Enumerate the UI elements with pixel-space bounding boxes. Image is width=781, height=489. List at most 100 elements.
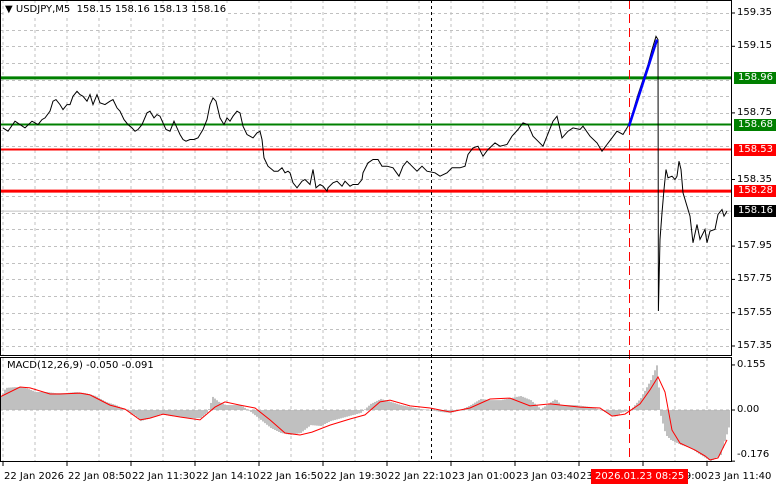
macd-histogram-bar [714, 410, 716, 459]
time-tick-label: 22 Jan 16:50 [260, 471, 324, 482]
time-tick-label: 22 Jan 08:50 [68, 471, 132, 482]
macd-histogram-bar [184, 410, 186, 418]
macd-histogram-bar [232, 405, 234, 410]
time-tick-label: 22 Jan 22:10 [388, 471, 452, 482]
macd-histogram-bar [82, 392, 84, 410]
macd-histogram-bar [86, 393, 88, 410]
macd-histogram-bar [692, 410, 694, 450]
price-tick-label: 157.55 [737, 306, 772, 318]
macd-histogram-bar [288, 410, 290, 435]
macd-histogram-bar [480, 398, 482, 410]
macd-histogram-bar [700, 410, 702, 456]
macd-histogram-bar [138, 410, 140, 420]
macd-histogram-bar [282, 410, 284, 434]
triangle-down-icon[interactable]: ▼ [5, 4, 13, 15]
macd-histogram-bar [650, 380, 652, 410]
macd-histogram-bar [544, 406, 546, 410]
macd-histogram-bar [310, 410, 312, 426]
macd-histogram-bar [400, 405, 402, 410]
macd-histogram-bar [358, 410, 360, 414]
macd-histogram-bar [726, 410, 728, 435]
macd-histogram-bar [404, 405, 406, 410]
macd-histogram-bar [136, 410, 138, 418]
macd-histogram-bar [720, 410, 722, 456]
macd-histogram-bar [322, 410, 324, 426]
macd-histogram-bar [722, 410, 724, 449]
macd-histogram-bar [48, 392, 50, 410]
macd-histogram-bar [308, 410, 310, 427]
macd-histogram-bar [516, 396, 518, 410]
macd-histogram-bar [402, 405, 404, 410]
macd-histogram-bar [90, 394, 92, 410]
macd-histogram-bar [148, 410, 150, 419]
macd-tick-label: -0.176 [737, 449, 770, 460]
macd-histogram-bar [580, 405, 582, 410]
macd-histogram-bar [20, 387, 22, 410]
macd-histogram-bar [252, 410, 254, 414]
macd-histogram-bar [684, 410, 686, 447]
macd-histogram-bar [192, 410, 194, 419]
macd-histogram-bar [534, 403, 536, 410]
grid [0, 0, 731, 462]
macd-histogram-bar [284, 410, 286, 434]
macd-histogram-bar [60, 393, 62, 410]
macd-histogram-bar [712, 410, 714, 460]
macd-histogram-bar [728, 410, 730, 428]
macd-histogram-bar [344, 410, 346, 418]
macd-histogram-bar [304, 410, 306, 430]
symbol-label: USDJPY,M5 [15, 4, 71, 15]
macd-histogram-bar [110, 403, 112, 410]
macd-histogram-bar [364, 409, 366, 410]
macd-histogram-bar [216, 400, 218, 410]
macd-histogram-bar [642, 394, 644, 410]
macd-histogram-bar [680, 410, 682, 445]
macd-histogram-bar [318, 410, 320, 426]
macd-histogram-bar [548, 403, 550, 410]
macd-histogram-bar [22, 387, 24, 410]
macd-histogram-bar [418, 408, 420, 410]
macd-histogram-bar [298, 410, 300, 434]
macd-histogram-bar [50, 392, 52, 410]
macd-histogram [0, 365, 730, 462]
macd-histogram-bar [76, 392, 78, 410]
macd-histogram-bar [618, 410, 620, 415]
macd-histogram-bar [254, 410, 256, 416]
macd-histogram-bar [230, 405, 232, 410]
macd-histogram-bar [208, 409, 210, 410]
macd-histogram-bar [262, 410, 264, 422]
macd-histogram-bar [424, 409, 426, 410]
macd-histogram-bar [386, 400, 388, 410]
macd-histogram-bar [324, 410, 326, 425]
macd-histogram-bar [686, 410, 688, 447]
time-tick-label: 22 Jan 11:30 [132, 471, 196, 482]
macd-histogram-bar [724, 410, 726, 442]
time-tick-label: 22 Jan 2026 [4, 471, 64, 482]
macd-histogram-bar [598, 409, 600, 410]
macd-histogram-bar [508, 398, 510, 410]
chart-canvas[interactable] [0, 0, 781, 489]
macd-histogram-bar [352, 410, 354, 416]
current-price-label: 158.16 [734, 205, 776, 218]
macd-histogram-bar [36, 391, 38, 410]
macd-histogram-bar [498, 400, 500, 410]
time-axis-ticks [2, 462, 708, 466]
macd-histogram-bar [24, 387, 26, 410]
macd-histogram-bar [236, 405, 238, 410]
macd-histogram-bar [134, 410, 136, 416]
macd-histogram-bar [582, 406, 584, 410]
macd-histogram-bar [332, 410, 334, 421]
macd-histogram-bar [154, 410, 156, 417]
macd-histogram-bar [664, 410, 666, 432]
macd-histogram-bar [226, 405, 228, 410]
macd-histogram-bar [174, 410, 176, 417]
level-price-label: 158.68 [734, 118, 776, 131]
macd-histogram-bar [38, 391, 40, 410]
macd-histogram-bar [92, 395, 94, 410]
macd-histogram-bar [610, 410, 612, 415]
macd-histogram-bar [660, 410, 662, 416]
macd-histogram-bar [238, 405, 240, 410]
macd-histogram-bar [702, 410, 704, 457]
macd-histogram-bar [234, 405, 236, 410]
time-tick-label: 23 Jan 11:40 [708, 471, 772, 482]
macd-histogram-bar [42, 391, 44, 410]
